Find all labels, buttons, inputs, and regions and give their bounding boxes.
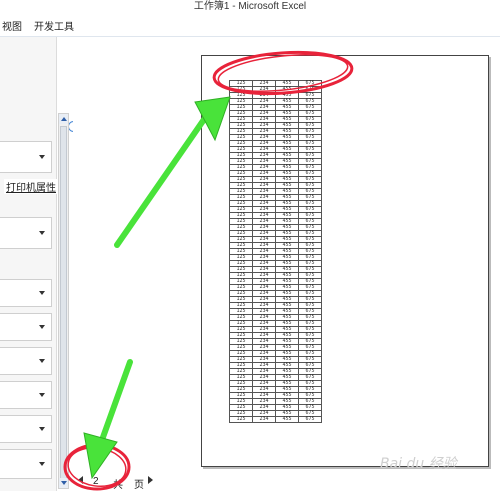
ribbon-tab-bar: 视图 开发工具: [0, 14, 500, 37]
print-settings-panel: [0, 37, 57, 491]
table-cell: 125: [229, 416, 253, 423]
preview-table: 125 234 455 675 125 234 455 675 125 234 455 675 125 2…: [229, 80, 322, 423]
preview-page: 125 234 455 675 125 234 455 675 125 234 455 675 125 2…: [201, 55, 489, 467]
table-row: 125 234 455 675: [229, 416, 322, 423]
vertical-scrollbar[interactable]: [58, 113, 69, 489]
table-cell: 675: [298, 416, 322, 423]
previous-page-icon[interactable]: [78, 476, 83, 484]
print-sides-select[interactable]: [0, 279, 52, 307]
watermark: Bai du 经验: [380, 456, 457, 472]
chevron-down-icon: [39, 393, 45, 397]
scroll-up-arrow-icon[interactable]: [59, 114, 68, 124]
table-cell: 455: [275, 416, 299, 423]
current-page-number[interactable]: 2: [93, 476, 99, 487]
chevron-down-icon: [39, 427, 45, 431]
chevron-down-icon: [39, 359, 45, 363]
table-cell: 234: [252, 416, 276, 423]
print-range-select[interactable]: [0, 217, 52, 249]
chevron-down-icon: [39, 291, 45, 295]
printer-select[interactable]: [0, 141, 52, 173]
window-title: 工作簿1 - Microsoft Excel: [0, 0, 500, 14]
next-page-icon[interactable]: [148, 476, 153, 484]
total-pages-prefix: 共: [113, 480, 123, 491]
printer-properties-link[interactable]: 打印机属性: [4, 179, 58, 194]
chevron-down-icon: [39, 231, 45, 235]
chevron-down-icon: [39, 325, 45, 329]
collation-select[interactable]: [0, 313, 52, 341]
chevron-down-icon: [39, 155, 45, 159]
margins-select[interactable]: [0, 415, 52, 443]
tab-developer[interactable]: 开发工具: [34, 18, 74, 33]
scroll-thumb[interactable]: [60, 126, 67, 481]
paper-size-select[interactable]: [0, 381, 52, 409]
orientation-select[interactable]: [0, 347, 52, 375]
scaling-select[interactable]: [0, 449, 52, 479]
chevron-down-icon: [39, 462, 45, 466]
scroll-down-arrow-icon[interactable]: [59, 478, 68, 488]
total-pages-suffix: 页: [134, 480, 144, 491]
tab-view[interactable]: 视图: [2, 18, 22, 33]
